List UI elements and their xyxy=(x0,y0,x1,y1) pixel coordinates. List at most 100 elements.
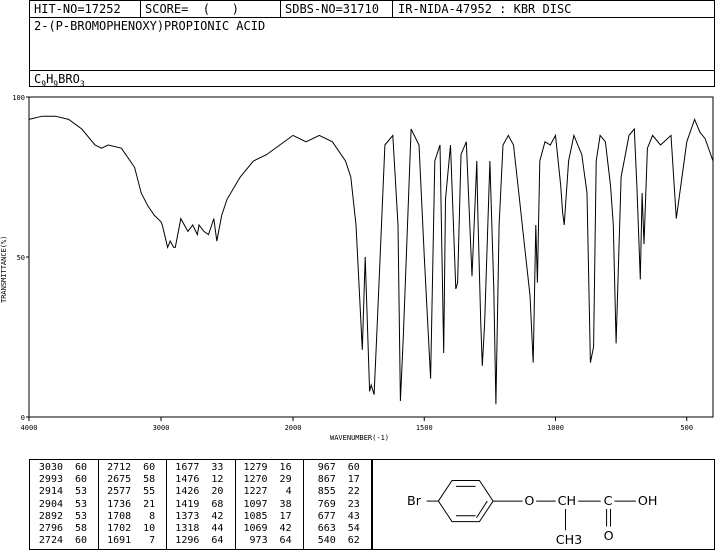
peak-wavenumber: 1476 xyxy=(175,474,200,486)
peak-wavenumber: 2892 xyxy=(38,510,63,522)
peak-row: 1691 7 xyxy=(104,535,155,547)
peak-transmittance: 68 xyxy=(211,498,224,510)
y-tick-label: 50 xyxy=(17,254,25,262)
peak-transmittance: 60 xyxy=(143,462,156,473)
peak-transmittance: 16 xyxy=(279,462,292,473)
peak-row: 2892 53 xyxy=(36,511,87,523)
peak-wavenumber: 1097 xyxy=(243,498,268,510)
peak-row: 1736 21 xyxy=(104,499,155,511)
plot-frame xyxy=(28,96,714,418)
peak-transmittance: 42 xyxy=(211,510,224,522)
x-axis-label: WAVENUMBER(-1) xyxy=(330,434,389,442)
bromine-label: Br xyxy=(407,493,422,508)
peak-wavenumber: 3030 xyxy=(38,462,63,473)
chemical-structure: Br O CH CH3 C OH O xyxy=(372,459,715,550)
peak-transmittance: 8 xyxy=(149,510,156,522)
peak-transmittance: 60 xyxy=(74,474,87,486)
peak-transmittance: 60 xyxy=(74,535,87,547)
peak-row: 973 64 xyxy=(241,535,292,547)
peak-wavenumber: 2577 xyxy=(107,486,132,498)
peak-wavenumber: 1296 xyxy=(175,535,200,547)
peak-row: 3030 60 xyxy=(36,462,87,474)
peak-wavenumber: 540 xyxy=(317,535,336,547)
x-tick-label: 1500 xyxy=(416,424,433,432)
x-tick-label: 1000 xyxy=(547,424,564,432)
methyl-label: CH3 xyxy=(556,532,583,547)
peak-row: 677 43 xyxy=(309,511,360,523)
ch-label: CH xyxy=(558,493,576,508)
score: SCORE= ( ) xyxy=(145,2,239,16)
peak-row: 1296 64 xyxy=(172,535,223,547)
compound-name: 2-(P-BROMOPHENOXY)PROPIONIC ACID xyxy=(34,19,266,33)
peak-wavenumber: 1085 xyxy=(243,510,268,522)
peak-wavenumber: 1419 xyxy=(175,498,200,510)
peak-transmittance: 58 xyxy=(143,474,156,486)
peak-row: 1318 44 xyxy=(172,523,223,535)
peak-row: 540 62 xyxy=(309,535,360,547)
peak-transmittance: 4 xyxy=(285,486,292,498)
peak-transmittance: 62 xyxy=(347,535,360,547)
peak-row: 2993 60 xyxy=(36,474,87,486)
peak-row: 2724 60 xyxy=(36,535,87,547)
peak-row: 1476 12 xyxy=(172,474,223,486)
peak-wavenumber: 967 xyxy=(317,462,336,473)
peak-transmittance: 44 xyxy=(211,523,224,535)
peak-wavenumber: 1736 xyxy=(107,498,132,510)
peak-wavenumber: 1069 xyxy=(243,523,268,535)
peak-transmittance: 53 xyxy=(74,486,87,498)
peak-wavenumber: 1279 xyxy=(243,462,268,473)
peak-transmittance: 54 xyxy=(347,523,360,535)
peak-column: 2712 60 2675 58 2577 55 1736 21 1708 8 1702 10 1691 7 xyxy=(104,462,155,547)
peak-column-divider xyxy=(234,460,236,549)
peak-transmittance: 60 xyxy=(347,462,360,473)
peak-row: 1097 38 xyxy=(241,499,292,511)
peak-transmittance: 60 xyxy=(74,462,87,473)
peak-wavenumber: 2675 xyxy=(107,474,132,486)
peak-wavenumber: 2993 xyxy=(38,474,63,486)
peak-transmittance: 38 xyxy=(279,498,292,510)
peak-row: 1069 42 xyxy=(241,523,292,535)
peak-wavenumber: 855 xyxy=(317,486,336,498)
hydroxyl-label: OH xyxy=(638,493,658,508)
peak-row: 2914 53 xyxy=(36,486,87,498)
formula-divider xyxy=(30,70,714,71)
peak-column: 1279 16 1270 29 1227 4 1097 38 1085 17 1069 42 973 64 xyxy=(241,462,292,547)
bond xyxy=(476,500,488,518)
peak-transmittance: 12 xyxy=(211,474,224,486)
x-axis: 4000 3000 2000 1500 1000 500 xyxy=(21,417,693,432)
peak-column-divider xyxy=(302,460,304,549)
peak-transmittance: 64 xyxy=(211,535,224,547)
peak-row: 1419 68 xyxy=(172,499,223,511)
compound-box: 2-(P-BROMOPHENOXY)PROPIONIC ACID C9H9BRO… xyxy=(29,17,715,88)
header-bar: HIT-NO=17252 SCORE= ( ) SDBS-NO=31710 IR… xyxy=(29,0,715,18)
peak-wavenumber: 663 xyxy=(317,523,336,535)
peak-wavenumber: 1270 xyxy=(243,474,268,486)
peak-transmittance: 29 xyxy=(279,474,292,486)
peak-wavenumber: 2724 xyxy=(38,535,63,547)
ir-spectrum-chart: 100500 4000 3000 2000 1500 1000 500 TRANSMITT… xyxy=(0,94,714,442)
peak-row: 2675 58 xyxy=(104,474,155,486)
peak-transmittance: 21 xyxy=(143,498,156,510)
y-tick-label: 0 xyxy=(21,414,25,422)
peak-wavenumber: 1227 xyxy=(243,486,268,498)
peak-column-divider xyxy=(166,460,168,549)
peak-transmittance: 53 xyxy=(74,498,87,510)
peak-wavenumber: 1691 xyxy=(107,535,132,547)
peak-row: 2904 53 xyxy=(36,499,87,511)
peak-transmittance: 55 xyxy=(143,486,156,498)
y-tick-label: 100 xyxy=(12,94,25,102)
peak-row: 1708 8 xyxy=(104,511,155,523)
y-axis: 100 50 0 xyxy=(12,94,29,422)
header-divider xyxy=(392,1,393,18)
ir-number: IR-NIDA-47952 : KBR DISC xyxy=(398,2,572,16)
peak-wavenumber: 1318 xyxy=(175,523,200,535)
peak-wavenumber: 1373 xyxy=(175,510,200,522)
peak-transmittance: 64 xyxy=(279,535,292,547)
peak-row: 855 22 xyxy=(309,486,360,498)
peak-transmittance: 53 xyxy=(74,510,87,522)
peak-transmittance: 42 xyxy=(279,523,292,535)
peak-wavenumber: 2796 xyxy=(38,523,63,535)
peak-row: 1677 33 xyxy=(172,462,223,474)
peak-wavenumber: 973 xyxy=(249,535,268,547)
peak-row: 1426 20 xyxy=(172,486,223,498)
